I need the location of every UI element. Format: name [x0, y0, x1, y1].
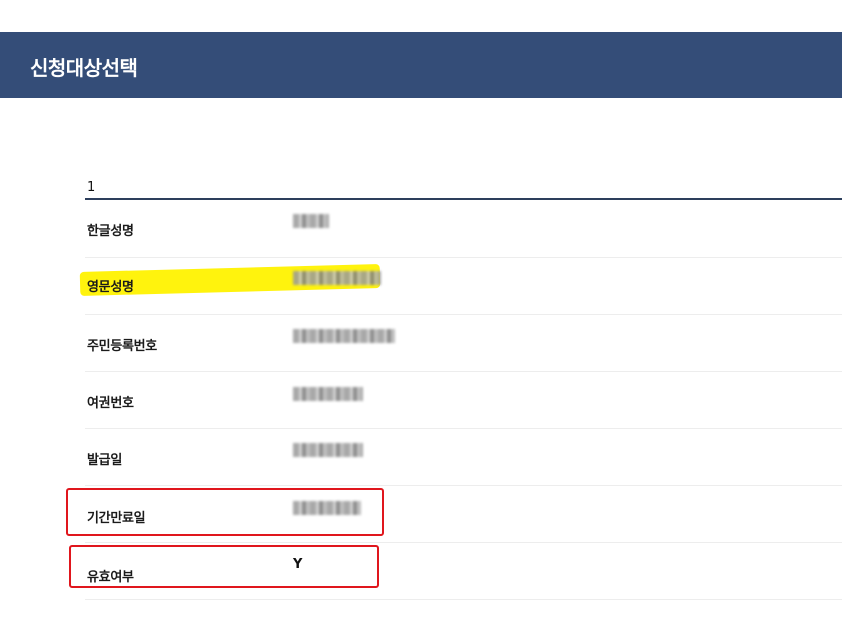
- page-header: 신청대상선택: [0, 32, 842, 98]
- red-box-annotation-validity: [69, 545, 379, 588]
- field-label-resident-number: 주민등록번호: [87, 339, 157, 354]
- record-index: 1: [87, 180, 96, 195]
- table-row-korean-name: 한글성명: [85, 200, 842, 258]
- redacted-english-name: [293, 271, 381, 285]
- red-box-annotation-expiry: [66, 488, 384, 536]
- redacted-passport-number: [293, 387, 363, 401]
- redacted-korean-name: [293, 214, 329, 228]
- table-row-issue-date: 발급일: [85, 428, 842, 486]
- table-row-passport-number: 여권번호: [85, 371, 842, 429]
- field-label-issue-date: 발급일: [87, 453, 122, 468]
- field-label-passport-number: 여권번호: [87, 396, 134, 411]
- table-row-resident-number: 주민등록번호: [85, 314, 842, 372]
- redacted-resident-number: [293, 329, 395, 343]
- field-label-english-name: 영문성명: [87, 280, 134, 295]
- redacted-issue-date: [293, 443, 363, 457]
- page-title: 신청대상선택: [30, 56, 138, 80]
- table-row-english-name: 영문성명: [85, 257, 842, 315]
- field-label-korean-name: 한글성명: [87, 224, 134, 239]
